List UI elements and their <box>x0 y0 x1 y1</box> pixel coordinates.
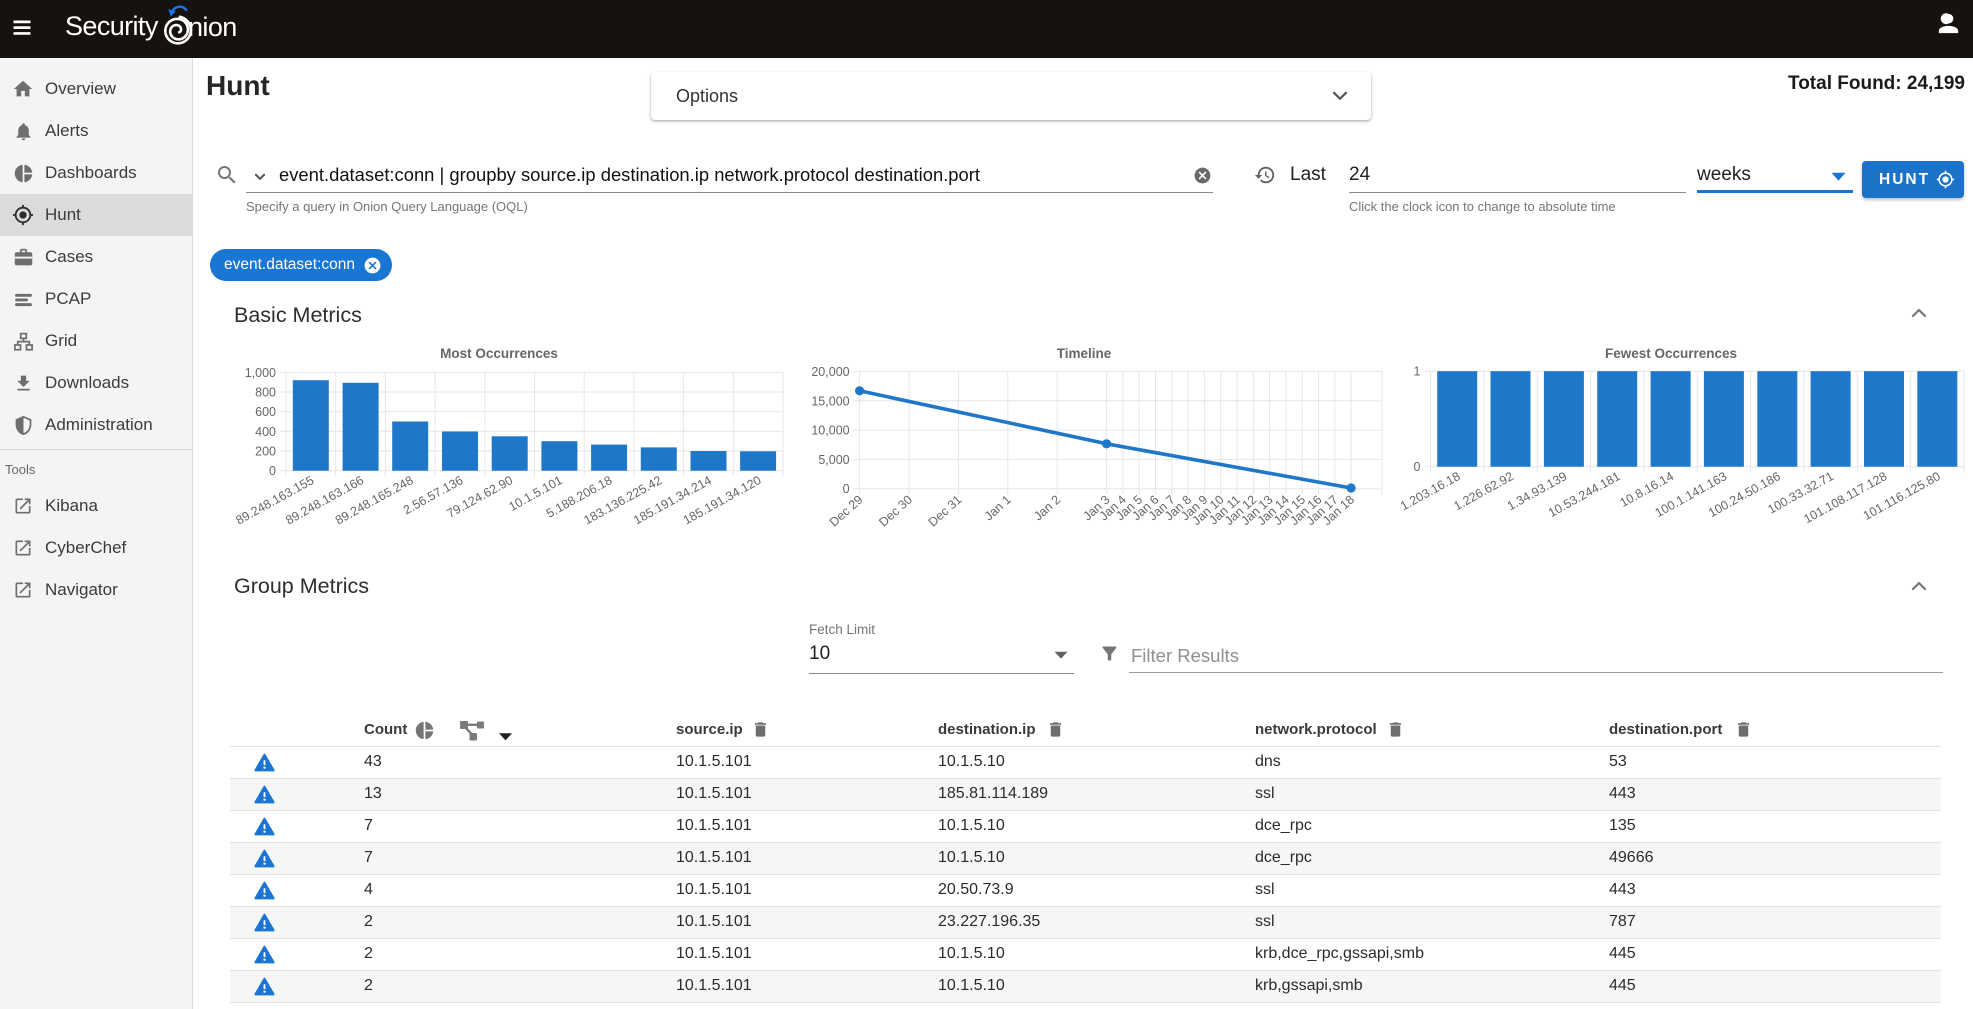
svg-text:Dec 29: Dec 29 <box>827 492 866 529</box>
svg-text:10,000: 10,000 <box>811 424 849 438</box>
svg-text:Dec 31: Dec 31 <box>926 492 965 529</box>
svg-text:600: 600 <box>255 405 276 419</box>
svg-text:200: 200 <box>255 445 276 459</box>
svg-text:400: 400 <box>255 425 276 439</box>
svg-text:Fewest Occurrences: Fewest Occurrences <box>1605 346 1737 361</box>
svg-text:Timeline: Timeline <box>1057 346 1112 361</box>
svg-text:20,000: 20,000 <box>811 365 849 379</box>
svg-text:1.203.16.18: 1.203.16.18 <box>1398 469 1463 513</box>
svg-text:Dec 30: Dec 30 <box>876 492 915 529</box>
svg-text:Jan 2: Jan 2 <box>1031 493 1063 524</box>
svg-text:5,000: 5,000 <box>818 453 849 467</box>
svg-text:0: 0 <box>1414 460 1421 474</box>
svg-text:800: 800 <box>255 386 276 400</box>
svg-text:1,000: 1,000 <box>245 366 276 380</box>
svg-text:15,000: 15,000 <box>811 394 849 408</box>
svg-text:1.226.62.92: 1.226.62.92 <box>1451 469 1516 513</box>
svg-text:0: 0 <box>269 464 276 478</box>
svg-text:0: 0 <box>843 482 850 496</box>
svg-text:1: 1 <box>1414 365 1421 379</box>
svg-text:Most Occurrences: Most Occurrences <box>440 346 558 361</box>
svg-text:Jan 1: Jan 1 <box>982 493 1014 524</box>
